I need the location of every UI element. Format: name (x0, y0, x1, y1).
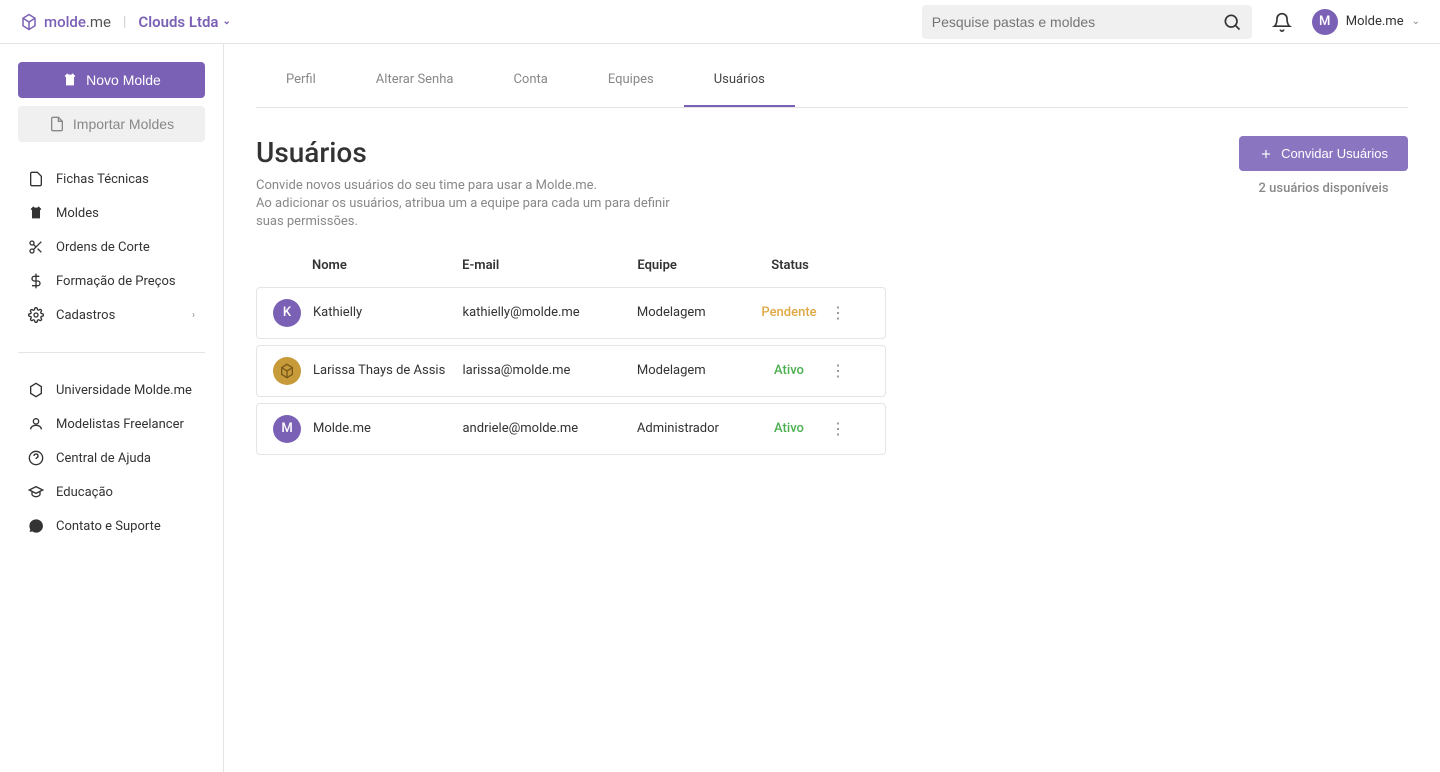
notifications-button[interactable] (1272, 12, 1292, 32)
main-content: Perfil Alterar Senha Conta Equipes Usuár… (224, 44, 1440, 772)
logo-icon (20, 13, 38, 31)
sidebar-item-ordens[interactable]: Ordens de Corte (18, 230, 205, 264)
shirt-icon (62, 72, 78, 88)
col-team: Equipe (637, 258, 750, 273)
invite-users-button[interactable]: Convidar Usuários (1239, 136, 1408, 171)
avatar: M (273, 415, 301, 443)
users-available: 2 usuários disponíveis (1239, 181, 1408, 196)
tab-conta[interactable]: Conta (483, 54, 577, 107)
row-menu-button[interactable]: ⋮ (829, 361, 847, 380)
cell-team: Modelagem (637, 363, 749, 378)
sidebar-item-cadastros[interactable]: Cadastros › (18, 298, 205, 332)
new-mold-button[interactable]: Novo Molde (18, 62, 205, 98)
page-title: Usuários (256, 136, 1239, 169)
sidebar-item-moldes[interactable]: Moldes (18, 196, 205, 230)
col-email: E-mail (462, 258, 637, 273)
import-molds-button[interactable]: Importar Moldes (18, 106, 205, 142)
tab-equipes[interactable]: Equipes (578, 54, 684, 107)
avatar: K (273, 299, 301, 327)
user-menu[interactable]: M Molde.me ⌄ (1312, 9, 1420, 35)
cell-status: Pendente (749, 305, 829, 320)
sidebar-item-label: Fichas Técnicas (56, 172, 149, 187)
sidebar-item-label: Modelistas Freelancer (56, 417, 184, 432)
graduation-icon (28, 484, 44, 500)
plus-icon (1259, 147, 1273, 161)
page-header: Usuários Convide novos usuários do seu t… (256, 136, 1408, 232)
search-input[interactable] (932, 14, 1222, 30)
sidebar-item-label: Formação de Preços (56, 274, 176, 289)
tab-perfil[interactable]: Perfil (256, 54, 346, 107)
sidebar-item-label: Universidade Molde.me (56, 383, 192, 398)
cell-email: larissa@molde.me (462, 363, 636, 378)
cell-email: kathielly@molde.me (462, 305, 636, 320)
nav-primary: Fichas Técnicas Moldes Ordens de Corte F… (18, 162, 205, 332)
avatar (273, 357, 301, 385)
chat-icon (28, 518, 44, 534)
document-icon (28, 171, 44, 187)
dollar-icon (28, 273, 44, 289)
cell-team: Modelagem (637, 305, 749, 320)
sidebar-item-label: Moldes (56, 206, 99, 221)
sidebar-item-label: Cadastros (56, 308, 115, 323)
cell-name: Larissa Thays de Assis (313, 363, 462, 378)
sidebar-item-contato[interactable]: Contato e Suporte (18, 509, 205, 543)
logo[interactable]: molde.me (20, 13, 111, 31)
table-header: Nome E-mail Equipe Status (256, 244, 886, 287)
company-selector[interactable]: Clouds Ltda ⌄ (138, 13, 231, 31)
user-name: Molde.me (1346, 14, 1404, 29)
import-icon (49, 116, 65, 132)
gear-icon (28, 307, 44, 323)
cell-status: Ativo (749, 421, 829, 436)
avatar: M (1312, 9, 1338, 35)
sidebar: Novo Molde Importar Moldes Fichas Técnic… (0, 44, 224, 772)
chevron-right-icon: › (192, 310, 195, 321)
box-icon (28, 382, 44, 398)
scissors-icon (28, 239, 44, 255)
row-menu-button[interactable]: ⋮ (829, 419, 847, 438)
help-icon (28, 450, 44, 466)
tab-usuarios[interactable]: Usuários (684, 54, 795, 107)
sidebar-item-label: Contato e Suporte (56, 519, 161, 534)
row-menu-button[interactable]: ⋮ (829, 303, 847, 322)
users-icon (28, 416, 44, 432)
sidebar-item-label: Ordens de Corte (56, 240, 150, 255)
tabs: Perfil Alterar Senha Conta Equipes Usuár… (256, 54, 1408, 108)
sidebar-item-universidade[interactable]: Universidade Molde.me (18, 373, 205, 407)
page-description: Convide novos usuários do seu time para … (256, 177, 676, 232)
cell-status: Ativo (749, 363, 829, 378)
divider (18, 352, 205, 353)
divider: | (123, 14, 126, 30)
sidebar-item-ajuda[interactable]: Central de Ajuda (18, 441, 205, 475)
cell-name: Molde.me (313, 421, 462, 436)
logo-text: molde.me (44, 13, 111, 31)
sidebar-item-label: Educação (56, 485, 113, 500)
sidebar-item-fichas[interactable]: Fichas Técnicas (18, 162, 205, 196)
col-name: Nome (312, 258, 462, 273)
tab-senha[interactable]: Alterar Senha (346, 54, 484, 107)
chevron-down-icon: ⌄ (1412, 16, 1420, 27)
search-box[interactable] (922, 5, 1252, 39)
cell-email: andriele@molde.me (462, 421, 636, 436)
table-row[interactable]: K Kathielly kathielly@molde.me Modelagem… (256, 287, 886, 339)
sidebar-item-label: Central de Ajuda (56, 451, 151, 466)
search-icon (1222, 12, 1242, 32)
shirt-icon (28, 205, 44, 221)
header: molde.me | Clouds Ltda ⌄ M Molde.me ⌄ (0, 0, 1440, 44)
chevron-down-icon: ⌄ (223, 16, 231, 27)
sidebar-item-precos[interactable]: Formação de Preços (18, 264, 205, 298)
col-status: Status (750, 258, 830, 273)
cell-team: Administrador (637, 421, 749, 436)
table-row[interactable]: Larissa Thays de Assis larissa@molde.me … (256, 345, 886, 397)
table-row[interactable]: M Molde.me andriele@molde.me Administrad… (256, 403, 886, 455)
cell-name: Kathielly (313, 305, 462, 320)
bell-icon (1272, 12, 1292, 32)
nav-secondary: Universidade Molde.me Modelistas Freelan… (18, 373, 205, 543)
sidebar-item-educacao[interactable]: Educação (18, 475, 205, 509)
sidebar-item-freelancer[interactable]: Modelistas Freelancer (18, 407, 205, 441)
